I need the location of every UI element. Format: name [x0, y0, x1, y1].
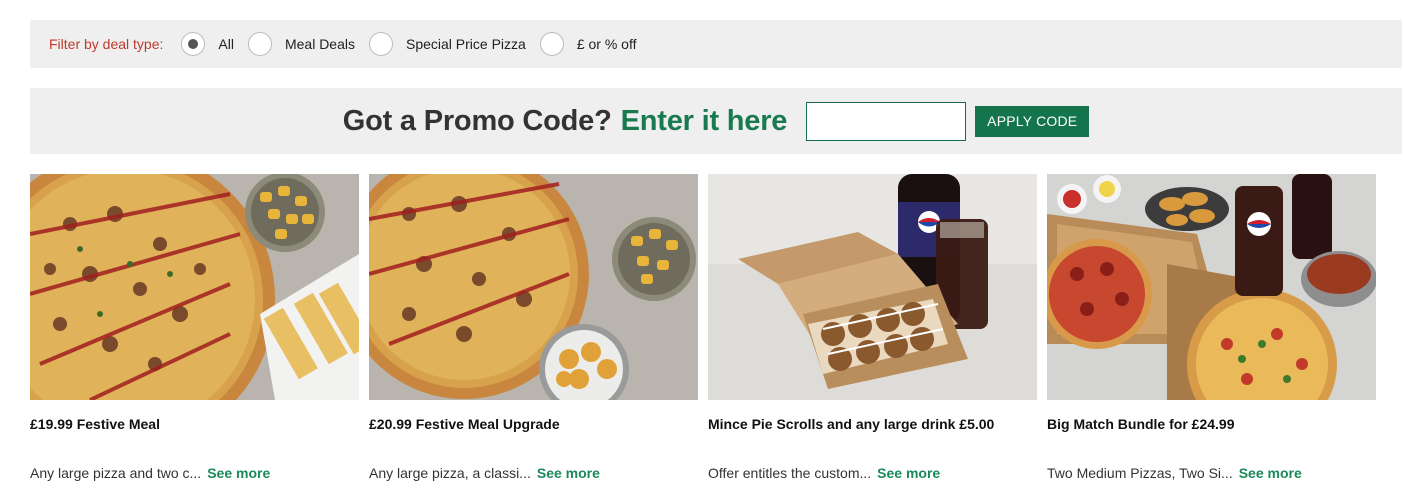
deal-description-text: Any large pizza, a classi...	[369, 465, 531, 481]
deal-description: Offer entitles the custom... See more	[708, 465, 1037, 481]
deal-image-festive-meal-upgrade[interactable]	[369, 174, 698, 400]
apply-code-button[interactable]: APPLY CODE	[975, 105, 1090, 137]
deal-description: Any large pizza and two c... See more	[30, 465, 359, 481]
deal-card[interactable]: Mince Pie Scrolls and any large drink £5…	[708, 174, 1037, 481]
filter-option-meal-deals[interactable]: Meal Deals	[247, 32, 355, 56]
see-more-link[interactable]: See more	[1239, 465, 1302, 481]
promo-enter-prompt: Enter it here	[620, 104, 788, 137]
deal-image-festive-meal[interactable]	[30, 174, 359, 400]
see-more-link[interactable]: See more	[207, 465, 270, 481]
radio-button-meal-deals[interactable]	[247, 32, 272, 56]
filter-option-label: All	[218, 36, 234, 52]
see-more-link[interactable]: See more	[877, 465, 940, 481]
promo-code-bar: Got a Promo Code? Enter it here APPLY CO…	[30, 88, 1402, 154]
deal-type-filter-bar: Filter by deal type: All Meal Deals Spec…	[30, 20, 1402, 68]
deal-description-text: Offer entitles the custom...	[708, 465, 872, 481]
deal-description-text: Any large pizza and two c...	[30, 465, 202, 481]
filter-option-label: Special Price Pizza	[405, 36, 526, 52]
deal-description-text: Two Medium Pizzas, Two Si...	[1047, 465, 1233, 481]
deal-title[interactable]: £19.99 Festive Meal	[30, 416, 359, 432]
filter-option-label: Meal Deals	[284, 36, 355, 52]
deal-image-big-match-bundle[interactable]	[1047, 174, 1376, 400]
filter-option-label: £ or % off	[576, 36, 637, 52]
radio-button-money-off[interactable]	[539, 32, 564, 56]
filter-label: Filter by deal type:	[49, 36, 164, 52]
deal-title[interactable]: Big Match Bundle for £24.99	[1047, 416, 1376, 432]
deal-card[interactable]: £20.99 Festive Meal Upgrade Any large pi…	[369, 174, 698, 481]
deal-image-mince-pie-scrolls[interactable]	[708, 174, 1037, 400]
filter-option-special-price-pizza[interactable]: Special Price Pizza	[368, 32, 526, 56]
filter-option-money-off[interactable]: £ or % off	[539, 32, 637, 56]
deal-title[interactable]: £20.99 Festive Meal Upgrade	[369, 416, 698, 432]
deal-description: Any large pizza, a classi... See more	[369, 465, 698, 481]
pizza-meal-photo	[369, 174, 698, 400]
deal-title[interactable]: Mince Pie Scrolls and any large drink £5…	[708, 416, 1037, 432]
promo-question: Got a Promo Code?	[342, 104, 612, 137]
deal-card[interactable]: £19.99 Festive Meal Any large pizza and …	[30, 174, 359, 481]
pizza-meal-photo	[30, 174, 359, 400]
deal-card[interactable]: Big Match Bundle for £24.99 Two Medium P…	[1047, 174, 1376, 481]
radio-button-all[interactable]	[181, 32, 206, 56]
radio-button-special-price-pizza[interactable]	[368, 32, 393, 56]
mince-pie-scrolls-photo	[708, 174, 1037, 400]
promo-code-input[interactable]	[806, 101, 967, 141]
see-more-link[interactable]: See more	[537, 465, 600, 481]
big-match-bundle-photo	[1047, 174, 1376, 400]
filter-option-all[interactable]: All	[181, 32, 234, 56]
radio-selected-dot	[188, 39, 199, 49]
deal-description: Two Medium Pizzas, Two Si... See more	[1047, 465, 1376, 481]
